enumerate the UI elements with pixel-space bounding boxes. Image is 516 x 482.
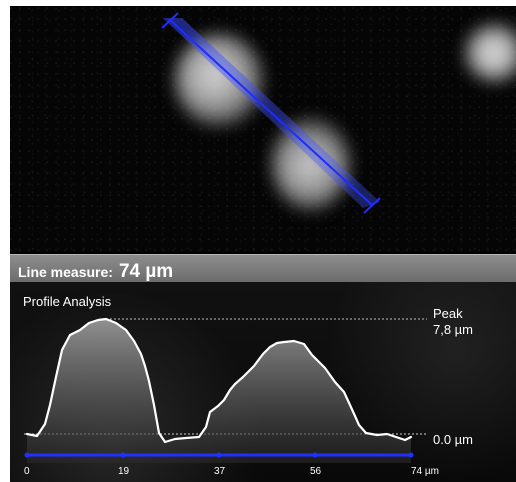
profile-fill-area: [27, 319, 411, 463]
axis-label-56: 56: [310, 466, 322, 477]
peak-label-value: 7,8 µm: [433, 322, 474, 337]
axis-label-74-um: 74 µm: [411, 466, 439, 477]
microscope-view[interactable]: [10, 6, 516, 252]
axis-tick-19: [120, 452, 126, 458]
line-measure-bar: Line measure: 74 µm: [10, 254, 516, 282]
axis-tick-0: [24, 452, 30, 458]
peak-label: Peak 7,8 µm: [433, 306, 473, 338]
axis-label-19: 19: [118, 466, 130, 477]
axis-tick-37: [216, 452, 222, 458]
axis-tick-74: [408, 452, 414, 458]
line-measure-label: Line measure:: [18, 264, 113, 280]
line-measure-value: 74 µm: [118, 261, 174, 282]
axis-label-0: 0: [24, 466, 30, 477]
image-analysis-window: Line measure: 74 µm Profile Analysis Pea…: [10, 6, 516, 482]
baseline-label: 0.0 µm: [433, 432, 474, 447]
axis-label-37: 37: [214, 466, 226, 477]
peak-label-title: Peak: [433, 306, 463, 321]
measurement-overlay: [161, 12, 381, 214]
profile-analysis-panel: Profile Analysis Peak 7,8 µm 0.0 µm 0 19…: [10, 282, 516, 482]
axis-tick-56: [312, 452, 318, 458]
measurement-line[interactable]: [169, 19, 373, 206]
